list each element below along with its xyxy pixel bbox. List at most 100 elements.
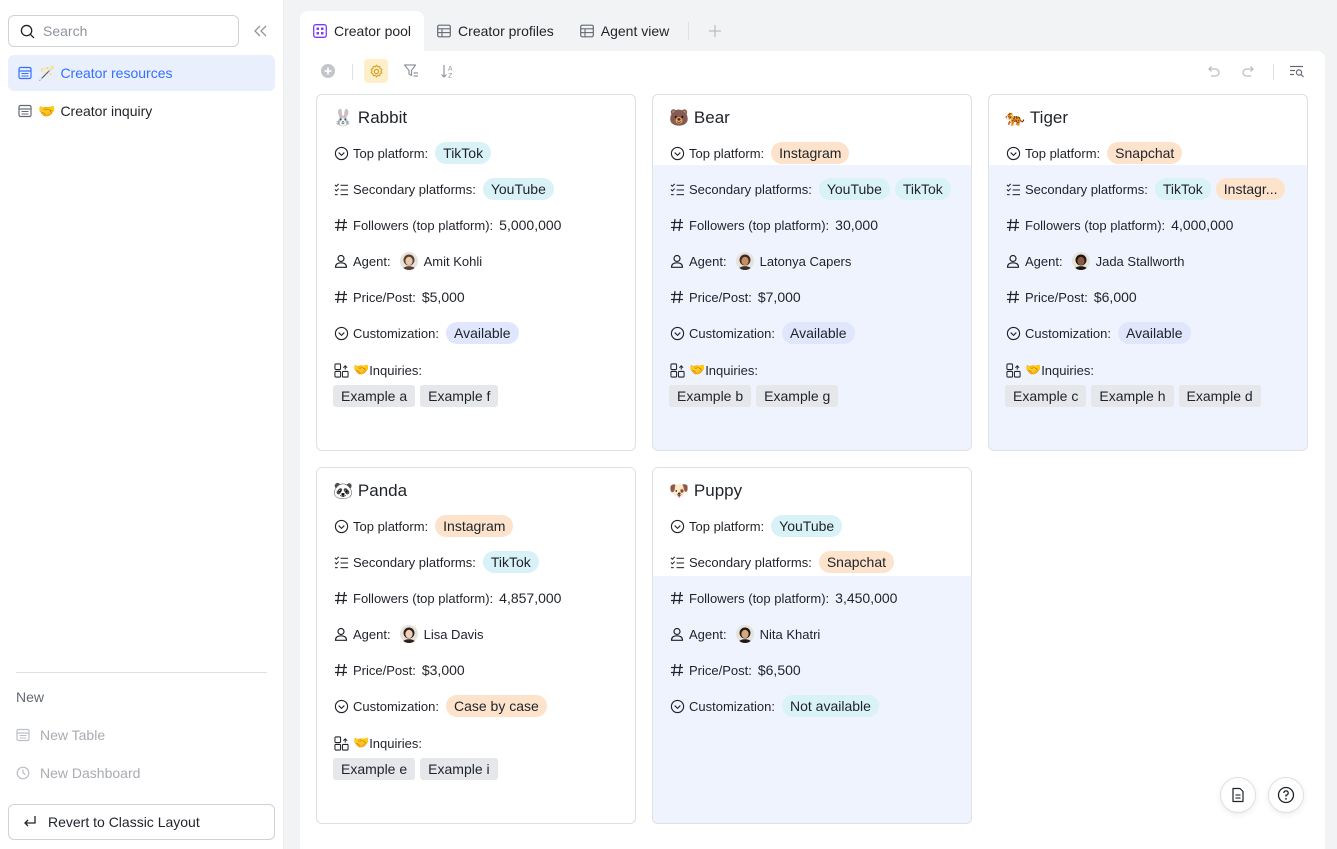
multi-select-icon <box>333 554 349 570</box>
tab-creator-pool[interactable]: Creator pool <box>300 11 425 51</box>
record-card-rabbit[interactable]: 🐰 Rabbit Top platform: TikTok Secondary plat… <box>316 94 636 451</box>
top-platform-field: Top platform: Snapchat <box>1005 141 1184 165</box>
add-record-icon[interactable] <box>316 59 340 83</box>
card-emoji: 🐶 <box>669 483 689 500</box>
inquiry-chip[interactable]: Example i <box>420 758 498 780</box>
field-label: Secondary platforms: <box>1025 181 1148 197</box>
agent-field: Agent: Amit Kohli <box>333 249 482 273</box>
top-platform-field: Top platform: Instagram <box>333 514 515 538</box>
inquiry-chip[interactable]: Example d <box>1178 385 1261 407</box>
secondary-platforms-field: Secondary platforms: Snapchat <box>669 550 896 574</box>
new-dashboard-button[interactable]: New Dashboard <box>16 763 140 783</box>
record-card-bear[interactable]: 🐻 Bear Top platform: Instagram Secondary pla… <box>652 94 972 451</box>
sidebar-divider <box>16 672 267 673</box>
collapse-sidebar-icon[interactable] <box>252 21 270 41</box>
card-emoji: 🐅 <box>1005 110 1025 127</box>
link-icon <box>669 362 685 378</box>
customization-field: Customization: Case by case <box>333 694 549 718</box>
person-icon <box>669 626 685 642</box>
secondary-platforms-field: Secondary platforms: YouTube TikTok <box>669 177 953 201</box>
card-content: 🐰 Rabbit Top platform: TikTok Secondary plat… <box>317 95 635 450</box>
filter-icon[interactable] <box>399 59 423 83</box>
card-content: 🐶 Puppy Top platform: YouTube Secondary plat… <box>653 468 971 823</box>
field-label: Customization: <box>1025 325 1111 341</box>
field-label: Top platform: <box>689 145 765 161</box>
inquiry-chip[interactable]: Example c <box>1005 385 1087 407</box>
followers-field: Followers (top platform): 4,000,000 <box>1005 213 1233 237</box>
customization-field: Customization: Not available <box>669 694 881 718</box>
followers-field: Followers (top platform): 4,857,000 <box>333 586 561 610</box>
card-name: Panda <box>357 481 408 500</box>
field-label: Price/Post: <box>353 662 416 678</box>
toolbar: AZ <box>300 51 1325 91</box>
secondary-platforms-field: Secondary platforms: TikTok Instagr... <box>1005 177 1287 201</box>
new-section-label: New <box>16 689 45 705</box>
price-field: Price/Post: $3,000 <box>333 658 465 682</box>
avatar <box>399 625 418 643</box>
revert-label: Revert to Classic Layout <box>48 814 200 830</box>
inquiry-chip[interactable]: Example b <box>669 385 752 407</box>
sort-icon[interactable]: AZ <box>436 59 460 83</box>
search-box[interactable] <box>8 15 239 47</box>
tab-creator-profiles[interactable]: Creator profiles <box>424 11 567 51</box>
inquiry-chip[interactable]: Example a <box>333 385 416 407</box>
single-select-icon <box>333 698 349 714</box>
sidebar-item-emoji: 🤝 <box>38 102 56 119</box>
price-field: Price/Post: $6,500 <box>669 658 801 682</box>
search-input[interactable] <box>43 23 213 39</box>
record-card-panda[interactable]: 🐼 Panda Top platform: Instagram Secondary pl… <box>316 467 636 824</box>
settings-gear-icon[interactable] <box>364 59 388 83</box>
handshake-emoji: 🤝 <box>353 362 370 377</box>
single-select-icon <box>333 145 349 161</box>
tab-separator <box>688 22 690 40</box>
person-icon <box>1005 253 1021 269</box>
agent-field: Agent: Lisa Davis <box>333 622 484 646</box>
customization-field: Customization: Available <box>669 321 857 345</box>
option-tag: Snapchat <box>1107 142 1183 164</box>
new-table-button[interactable]: New Table <box>16 725 105 745</box>
price-value: $3,000 <box>421 662 465 678</box>
card-name: Tiger <box>1029 108 1069 127</box>
record-card-tiger[interactable]: 🐅 Tiger Top platform: Snapchat Secondary pla… <box>988 94 1308 451</box>
avatar <box>735 252 754 270</box>
table-icon <box>18 66 32 80</box>
option-tag: Snapchat <box>818 551 895 573</box>
record-card-puppy[interactable]: 🐶 Puppy Top platform: YouTube Secondary plat… <box>652 467 972 824</box>
svg-text:Z: Z <box>448 72 453 80</box>
sidebar-item-creator-inquiry[interactable]: 🤝 Creator inquiry <box>8 93 275 129</box>
add-view-icon[interactable] <box>701 17 729 45</box>
field-label: Inquiries: <box>705 362 758 378</box>
option-tag: Instagr... <box>1215 178 1286 200</box>
inquiry-chip[interactable]: Example f <box>420 385 499 407</box>
single-select-icon <box>333 325 349 341</box>
followers-field: Followers (top platform): 30,000 <box>669 213 878 237</box>
handshake-emoji: 🤝 <box>1025 362 1042 377</box>
find-records-icon[interactable] <box>1285 59 1309 83</box>
document-icon[interactable] <box>1220 777 1256 813</box>
field-label: Top platform: <box>1025 145 1101 161</box>
person-icon <box>333 626 349 642</box>
card-content: 🐻 Bear Top platform: Instagram Secondary pla… <box>653 95 971 450</box>
inquiry-chip[interactable]: Example g <box>756 385 839 407</box>
handshake-emoji: 🤝 <box>353 735 370 750</box>
field-label: Customization: <box>689 698 775 714</box>
agent-name: Lisa Davis <box>423 626 484 642</box>
single-select-icon <box>333 518 349 534</box>
undo-icon[interactable] <box>1201 59 1225 83</box>
revert-classic-layout-button[interactable]: Revert to Classic Layout <box>8 804 275 840</box>
field-label: Inquiries: <box>1041 362 1094 378</box>
tab-agent-view[interactable]: Agent view <box>567 11 682 51</box>
price-value: $6,500 <box>757 662 801 678</box>
inquiry-chip[interactable]: Example h <box>1091 385 1174 407</box>
price-value: $6,000 <box>1093 289 1137 305</box>
redo-icon[interactable] <box>1237 59 1261 83</box>
followers-value: 4,857,000 <box>499 590 562 606</box>
sidebar-item-creator-resources[interactable]: 🪄 Creator resources <box>8 55 275 91</box>
single-select-icon <box>669 145 685 161</box>
inquiry-chip[interactable]: Example e <box>333 758 416 780</box>
customization-field: Customization: Available <box>1005 321 1193 345</box>
help-icon[interactable] <box>1268 777 1304 813</box>
option-tag: TikTok <box>435 142 492 164</box>
price-field: Price/Post: $6,000 <box>1005 285 1137 309</box>
avatar <box>1071 252 1090 270</box>
